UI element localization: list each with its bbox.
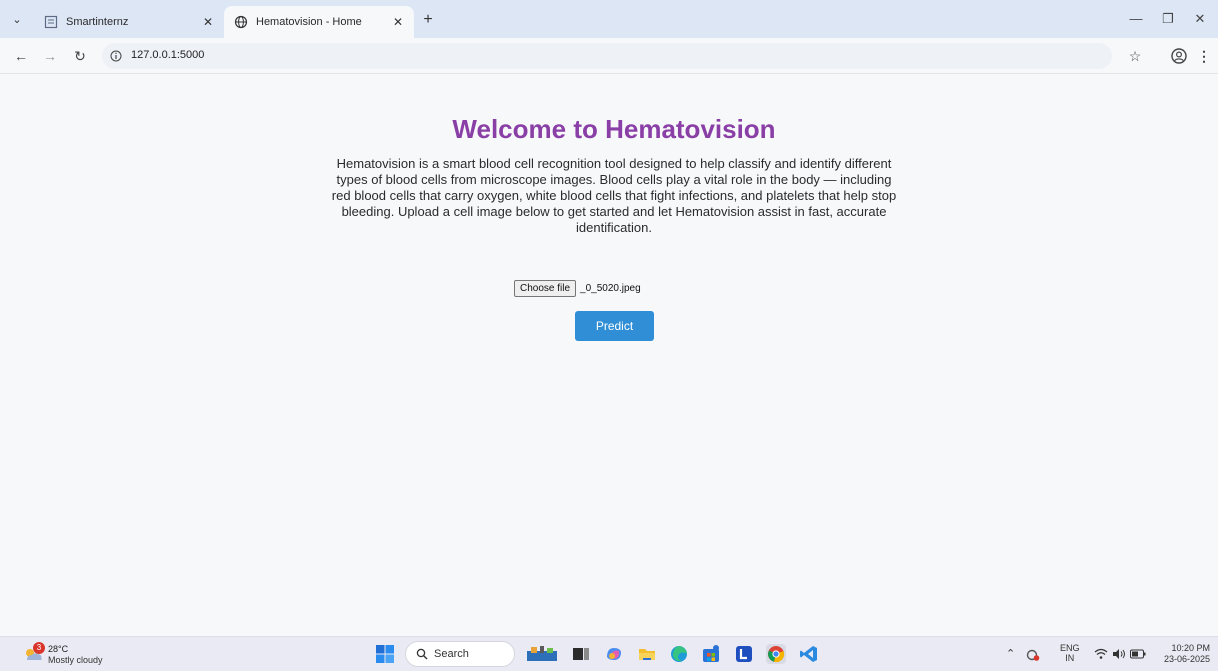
clock-time: 10:20 PM: [1171, 643, 1210, 653]
edge-icon[interactable]: [668, 643, 690, 665]
windows-start-icon[interactable]: [376, 645, 394, 663]
tab-hematovision-home[interactable]: Hematovision - Home ✕: [224, 6, 414, 38]
task-view-icon[interactable]: [570, 643, 592, 665]
taskbar-search[interactable]: Search: [405, 641, 515, 667]
url-text: 127.0.0.1:5000: [131, 49, 205, 61]
page-description: Hematovision is a smart blood cell recog…: [331, 156, 897, 235]
weather-temperature: 28°C: [48, 644, 69, 654]
language-code: ENG: [1060, 643, 1080, 653]
browser-toolbar: ← → ↻ 127.0.0.1:5000 ☆ ⋮: [0, 38, 1218, 74]
clock[interactable]: 10:20 PM 23-06-2025: [1156, 643, 1210, 665]
battery-icon[interactable]: [1130, 649, 1146, 659]
close-icon[interactable]: ✕: [200, 14, 216, 30]
volume-icon[interactable]: [1112, 648, 1126, 660]
wifi-icon[interactable]: [1094, 648, 1108, 660]
microsoft-store-icon[interactable]: [700, 643, 722, 665]
language-indicator[interactable]: ENG IN: [1060, 643, 1080, 663]
address-bar[interactable]: 127.0.0.1:5000: [102, 43, 1112, 69]
predict-button[interactable]: Predict: [575, 311, 654, 341]
profile-icon[interactable]: [1170, 47, 1188, 65]
chrome-icon[interactable]: [765, 643, 787, 665]
selected-file-name: _0_5020.jpeg: [580, 282, 641, 294]
tab-smartinternz[interactable]: Smartinternz ✕: [34, 6, 224, 38]
tab-title: Hematovision - Home: [256, 16, 362, 28]
region-code: IN: [1065, 653, 1075, 663]
close-icon[interactable]: ✕: [390, 14, 406, 30]
back-icon[interactable]: ←: [12, 47, 30, 65]
file-input[interactable]: Choose file _0_5020.jpeg: [514, 279, 641, 297]
file-explorer-icon[interactable]: [636, 643, 658, 665]
clock-date: 23-06-2025: [1163, 654, 1210, 664]
vscode-icon[interactable]: [798, 643, 820, 665]
screen: ⌄ Smartinternz ✕ Hematovision - Home ✕ +…: [0, 0, 1218, 671]
forward-icon[interactable]: →: [41, 47, 59, 65]
choose-file-button[interactable]: Choose file: [514, 279, 577, 297]
search-icon: [416, 648, 428, 660]
weather-widget[interactable]: 3 28°C Mostly cloudy: [22, 642, 142, 668]
tab-title: Smartinternz: [66, 16, 129, 28]
restore-icon[interactable]: ❐: [1157, 10, 1179, 28]
weather-badge: 3: [33, 642, 45, 654]
tab-search-chevron-icon[interactable]: ⌄: [8, 11, 26, 29]
new-tab-icon[interactable]: +: [420, 12, 436, 29]
tray-chevron-up-icon[interactable]: ⌃: [1006, 647, 1015, 660]
weather-condition: Mostly cloudy: [48, 655, 103, 665]
window-close-icon[interactable]: ✕: [1189, 10, 1211, 28]
globe-icon: [234, 15, 248, 29]
copilot-icon[interactable]: [603, 643, 625, 665]
info-icon[interactable]: [110, 50, 122, 62]
minimize-icon[interactable]: —: [1125, 10, 1147, 28]
bookmark-star-icon[interactable]: ☆: [1126, 47, 1144, 65]
page-icon: [44, 15, 58, 29]
page-title: Welcome to Hematovision: [452, 114, 776, 144]
windows-taskbar: 3 28°C Mostly cloudy Search ⌃ ENG IN 10:…: [0, 636, 1218, 671]
menu-kebab-icon[interactable]: ⋮: [1195, 47, 1213, 65]
reload-icon[interactable]: ↻: [71, 47, 89, 65]
news-widget-icon[interactable]: [525, 643, 559, 665]
tray-app-icon[interactable]: [1026, 648, 1040, 662]
tab-strip: ⌄ Smartinternz ✕ Hematovision - Home ✕ +…: [0, 0, 1218, 38]
letter-l-app-icon[interactable]: [733, 643, 755, 665]
search-label: Search: [434, 648, 469, 660]
